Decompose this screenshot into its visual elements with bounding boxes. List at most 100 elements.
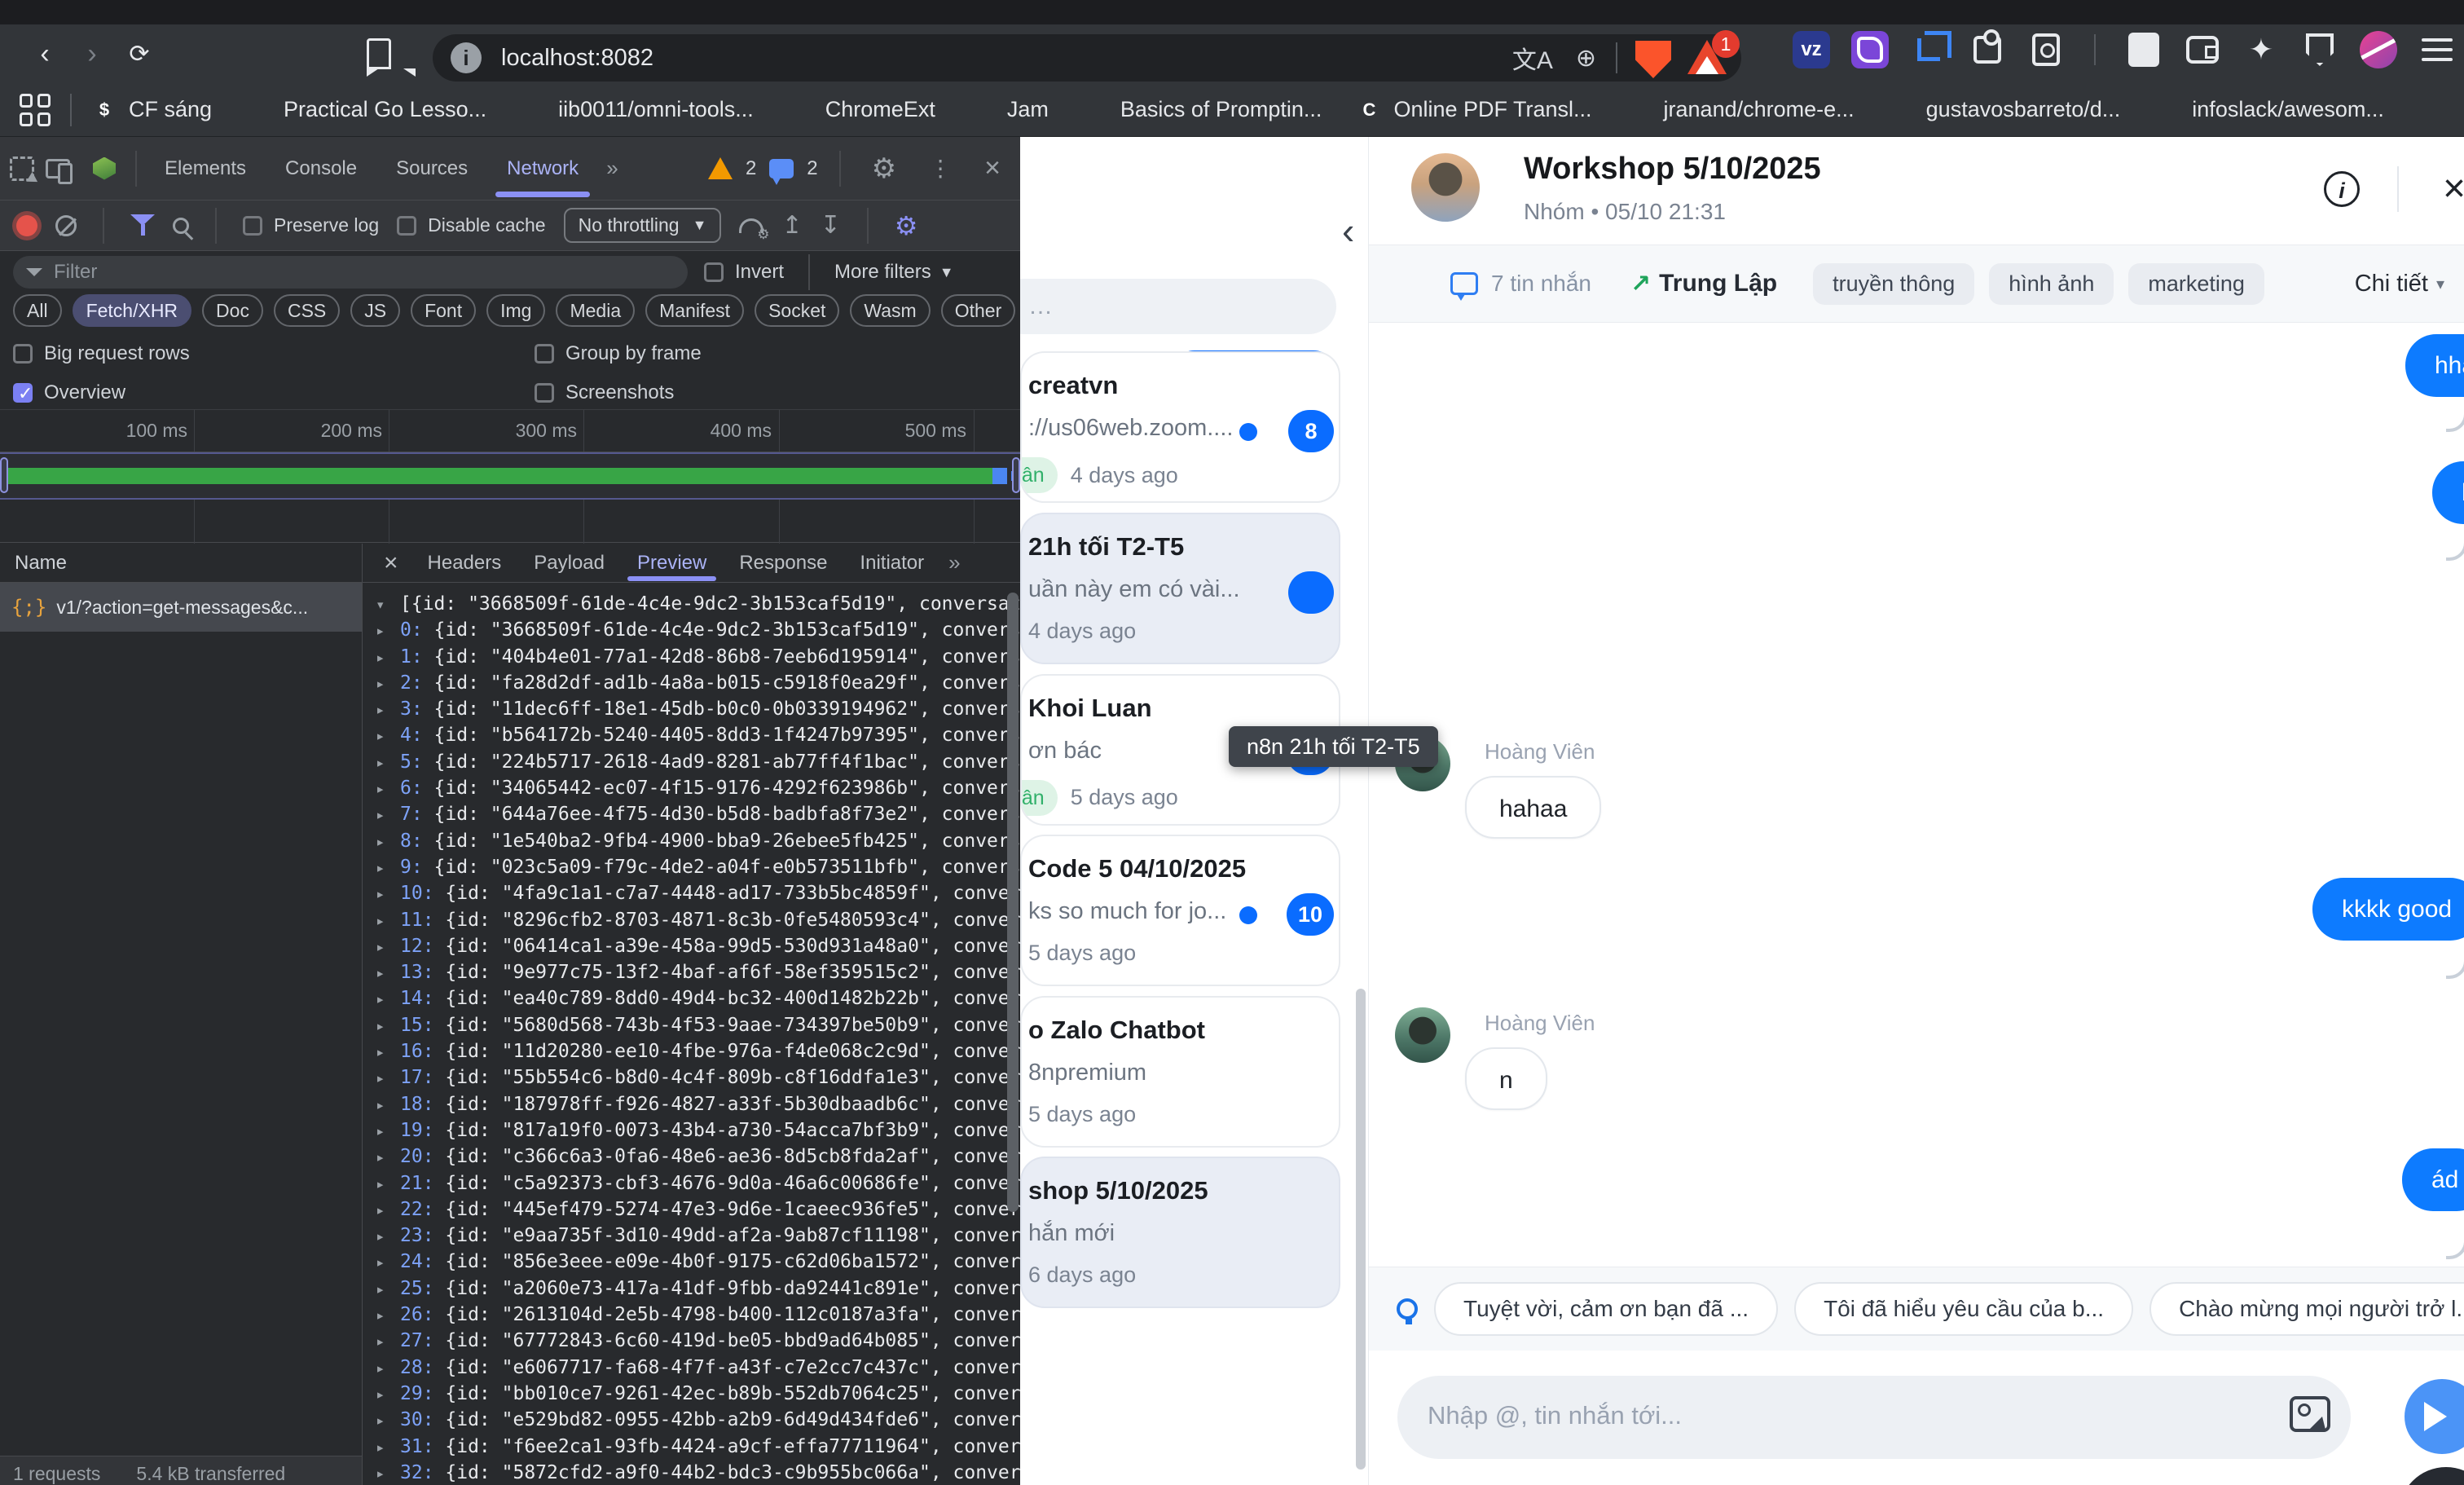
- message[interactable]: hi: [2432, 461, 2464, 524]
- message[interactable]: hha: [2405, 334, 2464, 397]
- overview-right-handle[interactable]: [1012, 457, 1020, 493]
- conversation-avatar[interactable]: [1411, 153, 1480, 222]
- message[interactable]: Hoàng Viên hahaa: [1465, 734, 1601, 839]
- bookmark-item[interactable]: ChromeExt: [786, 95, 935, 125]
- message-bubble[interactable]: ád: [2402, 1148, 2464, 1211]
- bookmark-item[interactable]: infoslack/awesom...: [2153, 95, 2384, 125]
- json-entry-row[interactable]: ▸6: {id: "34065442-ec07-4f15-9176-4292f6…: [376, 775, 1020, 801]
- json-entry-row[interactable]: ▸12: {id: "06414ca1-a39e-458a-99d5-530d9…: [376, 933, 1020, 959]
- json-entry-row[interactable]: ▸11: {id: "8296cfb2-8703-4871-8c3b-0fe54…: [376, 907, 1020, 933]
- menu-icon[interactable]: [2418, 31, 2456, 68]
- json-entry-row[interactable]: ▸19: {id: "817a19f0-0073-43b4-a730-54acc…: [376, 1117, 1020, 1143]
- type-chip[interactable]: Wasm: [850, 294, 930, 327]
- json-entry-row[interactable]: ▸3: {id: "11dec6ff-18e1-45db-b0c0-0b0339…: [376, 696, 1020, 722]
- conversation-tag[interactable]: hình ảnh: [1989, 263, 2114, 305]
- json-entry-row[interactable]: ▸27: {id: "67772843-6c60-419d-be05-bbd9a…: [376, 1328, 1020, 1354]
- message-bubble[interactable]: n: [1465, 1047, 1547, 1110]
- details-button[interactable]: Chi tiết▾: [2355, 271, 2444, 297]
- option-checkbox[interactable]: Screenshots: [535, 381, 1007, 404]
- detail-tab[interactable]: Payload: [517, 544, 621, 583]
- leo-ai-sparkle-icon[interactable]: ✦: [2242, 31, 2280, 68]
- json-entry-row[interactable]: ▸29: {id: "bb010ce7-9261-42ec-b89b-552db…: [376, 1381, 1020, 1407]
- reload-icon[interactable]: ⟳: [116, 40, 163, 68]
- site-info-icon[interactable]: i: [451, 42, 482, 73]
- find-in-page-icon[interactable]: [2027, 31, 2065, 68]
- option-checkbox[interactable]: Overview: [13, 381, 535, 404]
- bookmark-item[interactable]: gustavosbarreto/d...: [1887, 95, 2121, 125]
- type-chip[interactable]: Font: [411, 294, 476, 327]
- preview-scrollbar[interactable]: [1007, 593, 1019, 1212]
- translate-icon[interactable]: 文A: [1512, 40, 1553, 76]
- back-icon[interactable]: ‹: [21, 38, 68, 70]
- json-entry-row[interactable]: ▸22: {id: "445ef479-5274-47e3-9d6e-1caee…: [376, 1196, 1020, 1223]
- timeline-overview[interactable]: [0, 452, 1020, 500]
- json-entry-row[interactable]: ▸10: {id: "4fa9c1a1-c7a7-4448-ad17-733b5…: [376, 880, 1020, 906]
- url-bar[interactable]: i localhost:8082 文A ⊕ 1: [433, 34, 1741, 82]
- search-icon[interactable]: [173, 218, 189, 234]
- type-chip[interactable]: Doc: [202, 294, 263, 327]
- corner-button-partial[interactable]: [2399, 1467, 2464, 1485]
- option-checkbox[interactable]: Big request rows: [13, 342, 535, 365]
- json-entry-row[interactable]: ▸25: {id: "a2060e73-417a-41df-9fbb-da924…: [376, 1276, 1020, 1302]
- bookmark-item[interactable]: Basics of Promptin...: [1081, 95, 1322, 125]
- chat-list-item[interactable]: 21h tối T2-T5 uần này em có vài... 4 day…: [1020, 513, 1340, 664]
- import-har-icon[interactable]: ↥: [781, 211, 802, 240]
- chat-list-item[interactable]: Code 5 04/10/2025 ks so much for jo... 1…: [1020, 835, 1340, 986]
- sender-avatar[interactable]: [1395, 1007, 1450, 1063]
- json-entry-row[interactable]: ▸32: {id: "5872cfd2-a9f0-44b2-bdc3-c9b95…: [376, 1460, 1020, 1485]
- type-chip[interactable]: Media: [556, 294, 635, 327]
- json-entry-row[interactable]: ▸24: {id: "856e3eee-e09e-4b0f-9175-c62d0…: [376, 1249, 1020, 1275]
- filter-icon[interactable]: [130, 214, 155, 237]
- json-entry-row[interactable]: ▸8: {id: "1e540ba2-9fb4-4900-bba9-26ebee…: [376, 828, 1020, 854]
- bookmark-item[interactable]: Practical Go Lesso...: [244, 95, 486, 125]
- json-entry-row[interactable]: ▸28: {id: "e6067717-fa68-4f7f-a43f-c7e2c…: [376, 1355, 1020, 1381]
- bookmark-item[interactable]: $ CF sáng: [90, 95, 212, 125]
- name-column-header[interactable]: Name: [0, 544, 362, 583]
- json-entry-row[interactable]: ▸0: {id: "3668509f-61de-4c4e-9dc2-3b153c…: [376, 617, 1020, 643]
- json-entry-row[interactable]: ▸18: {id: "187978ff-f926-4827-a33f-5b30d…: [376, 1091, 1020, 1117]
- message-bubble[interactable]: hahaa: [1465, 776, 1601, 839]
- message-bubble[interactable]: hha: [2405, 334, 2464, 397]
- request-row[interactable]: {;} v1/?action=get-messages&c...: [0, 583, 362, 632]
- json-entry-row[interactable]: ▸23: {id: "e9aa735f-3d10-49dd-af2a-9ab87…: [376, 1223, 1020, 1249]
- vpn-shield-icon[interactable]: [2301, 31, 2339, 68]
- attach-image-icon[interactable]: [2290, 1396, 2330, 1432]
- json-entry-row[interactable]: ▸15: {id: "5680d568-743b-4f53-9aae-73439…: [376, 1012, 1020, 1038]
- suggestion-chip[interactable]: Chào mừng mọi người trở l...: [2149, 1282, 2464, 1336]
- json-entry-row[interactable]: ▸2: {id: "fa28d2df-ad1b-4a8a-b015-c5918f…: [376, 670, 1020, 696]
- bookmark-icon[interactable]: [367, 38, 391, 69]
- record-icon[interactable]: [16, 215, 37, 236]
- info-icon[interactable]: i: [2324, 171, 2360, 207]
- network-settings-icon[interactable]: ⚙: [895, 210, 918, 241]
- type-chip[interactable]: JS: [350, 294, 400, 327]
- type-chip[interactable]: CSS: [274, 294, 340, 327]
- suggestion-chip[interactable]: Tuyệt vời, cảm ơn bạn đã ...: [1434, 1282, 1778, 1336]
- extensions-puzzle-icon[interactable]: [1969, 31, 2006, 68]
- json-entry-row[interactable]: ▸5: {id: "224b5717-2618-4ad9-8281-ab77ff…: [376, 749, 1020, 775]
- brave-rewards-icon[interactable]: 1: [1687, 40, 1727, 76]
- json-entry-row[interactable]: ▸20: {id: "c366c6a3-0fa6-48e6-ae36-8d5cb…: [376, 1143, 1020, 1170]
- collapse-sidebar-icon[interactable]: ‹: [1342, 209, 1354, 253]
- close-conversation-icon[interactable]: ×: [2443, 166, 2464, 211]
- sidebar-icon[interactable]: [2125, 31, 2163, 68]
- json-entry-row[interactable]: ▸4: {id: "b564172b-5240-4405-8dd3-1f4247…: [376, 722, 1020, 748]
- preserve-log-checkbox[interactable]: Preserve log: [243, 214, 379, 236]
- more-filters-button[interactable]: More filters▼: [834, 261, 954, 284]
- crop-extension-icon[interactable]: [1910, 31, 1947, 68]
- disable-cache-checkbox[interactable]: Disable cache: [397, 214, 545, 236]
- filter-input[interactable]: Filter: [13, 256, 688, 289]
- profile-avatar[interactable]: [2360, 31, 2397, 68]
- message[interactable]: ád: [2402, 1148, 2464, 1211]
- json-entry-row[interactable]: ▸17: {id: "55b554c6-b8d0-4c4f-809b-c8f16…: [376, 1064, 1020, 1091]
- more-tabs-icon[interactable]: »: [598, 156, 623, 181]
- forward-icon[interactable]: ›: [68, 38, 116, 70]
- device-toolbar-icon[interactable]: [46, 159, 70, 178]
- export-har-icon[interactable]: ↧: [821, 211, 841, 240]
- purple-extension-icon[interactable]: [1851, 31, 1889, 68]
- extension-gem-icon[interactable]: [93, 157, 116, 180]
- kebab-menu-icon[interactable]: ⋮: [929, 155, 952, 182]
- chat-search-input[interactable]: …: [1020, 279, 1336, 334]
- devtools-tab[interactable]: Console: [266, 137, 376, 200]
- conversation-tag[interactable]: marketing: [2128, 263, 2264, 305]
- url-text[interactable]: localhost:8082: [501, 45, 1501, 72]
